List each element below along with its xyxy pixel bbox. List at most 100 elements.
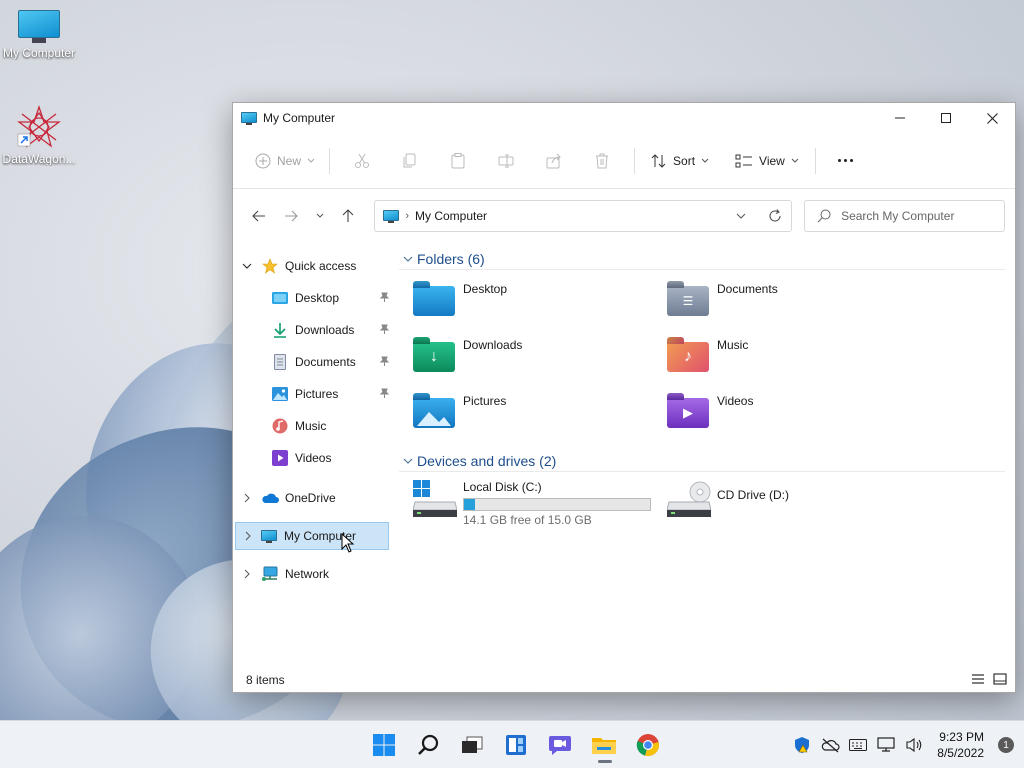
drive-item-local-disk-c[interactable]: Local Disk (C:) 14.1 GB free of 15.0 GB — [412, 480, 667, 527]
forward-button[interactable] — [275, 202, 307, 230]
address-dropdown-button[interactable] — [725, 213, 757, 219]
folder-item-pictures[interactable]: Pictures — [413, 392, 667, 436]
sidebar-item-label: Quick access — [285, 259, 357, 273]
sidebar-item-onedrive[interactable]: OneDrive — [233, 482, 393, 514]
volume-button[interactable] — [903, 734, 925, 756]
delete-button[interactable] — [578, 143, 626, 179]
search-input[interactable] — [841, 209, 1002, 223]
copy-icon — [403, 153, 416, 167]
sidebar-item-documents[interactable]: Documents — [233, 346, 393, 378]
minimize-button[interactable] — [877, 103, 923, 133]
chevron-right-icon[interactable] — [236, 531, 260, 541]
sidebar-item-network[interactable]: Network — [233, 558, 393, 590]
chat-button[interactable] — [538, 725, 582, 765]
group-header-devices[interactable]: Devices and drives (2) — [399, 450, 1005, 472]
view-button[interactable]: View — [727, 143, 807, 179]
chevron-down-icon — [399, 256, 417, 262]
refresh-button[interactable] — [757, 201, 791, 231]
more-options-button[interactable] — [824, 143, 868, 179]
copy-button[interactable] — [386, 143, 434, 179]
file-list[interactable]: Folders (6) Desktop ☰ Documents ↓ Downlo… — [393, 244, 1015, 674]
sidebar-item-quick-access[interactable]: Quick access — [233, 250, 393, 282]
minimize-icon — [895, 117, 905, 119]
close-button[interactable] — [969, 103, 1015, 133]
hard-drive-icon — [412, 480, 458, 518]
group-header-label: Folders (6) — [417, 250, 485, 267]
breadcrumb-my-computer[interactable]: My Computer — [415, 209, 487, 223]
cut-button[interactable] — [338, 143, 386, 179]
title-bar[interactable]: My Computer — [233, 103, 1015, 133]
sidebar-item-music[interactable]: Music — [233, 410, 393, 442]
navigation-row: › My Computer — [233, 189, 1015, 243]
search-icon — [817, 209, 831, 223]
clock[interactable]: 9:23 PM 8/5/2022 — [937, 729, 984, 761]
sidebar-item-videos[interactable]: Videos — [233, 442, 393, 474]
drive-item-cd-drive-d[interactable]: CD Drive (D:) — [666, 480, 921, 524]
share-button[interactable] — [530, 143, 578, 179]
network-monitor-icon — [877, 737, 895, 752]
search-box[interactable] — [804, 200, 1006, 232]
folder-item-videos[interactable]: ▶ Videos — [667, 392, 921, 436]
desktop-icon-my-computer[interactable]: My Computer — [0, 10, 79, 60]
up-button[interactable] — [333, 202, 365, 230]
widgets-button[interactable] — [494, 725, 538, 765]
group-header-folders[interactable]: Folders (6) — [399, 248, 1005, 270]
arrow-left-icon — [252, 210, 265, 222]
taskbar-search-button[interactable] — [406, 725, 450, 765]
chrome-icon — [636, 734, 659, 756]
file-explorer-window[interactable]: My Computer New Sort View › My Computer … — [232, 102, 1016, 693]
datawagon-logo-icon — [16, 104, 62, 150]
notification-badge[interactable]: 1 — [998, 737, 1014, 753]
group-header-label: Devices and drives (2) — [417, 452, 557, 469]
details-view-button[interactable] — [971, 673, 985, 688]
sidebar-item-label: Desktop — [295, 291, 340, 305]
sidebar-item-desktop[interactable]: Desktop — [233, 282, 393, 314]
cloud-offline-icon — [822, 738, 840, 753]
refresh-icon — [769, 209, 781, 222]
start-button[interactable] — [362, 725, 406, 765]
arrow-right-icon — [284, 210, 298, 222]
view-list-icon — [735, 154, 753, 167]
sidebar-item-my-computer[interactable]: My Computer — [235, 522, 389, 550]
taskbar-file-explorer-button[interactable] — [582, 725, 626, 765]
folder-item-downloads[interactable]: ↓ Downloads — [413, 336, 667, 380]
desktop-folder-icon — [413, 282, 457, 318]
folder-name: Downloads — [463, 338, 523, 352]
network-tray-button[interactable] — [875, 734, 897, 756]
maximize-button[interactable] — [923, 103, 969, 133]
items-count: 8 items — [246, 673, 285, 687]
folders-grid: Desktop ☰ Documents ↓ Downloads ♪ Music — [399, 280, 1005, 436]
navigation-pane[interactable]: Quick access Desktop Downloads Documents… — [233, 244, 393, 674]
status-bar: 8 items — [233, 668, 1015, 692]
videos-folder-icon: ▶ — [667, 394, 711, 430]
sidebar-item-downloads[interactable]: Downloads — [233, 314, 393, 346]
chevron-right-icon[interactable] — [233, 569, 261, 579]
large-icons-view-button[interactable] — [993, 672, 1007, 688]
back-button[interactable] — [243, 202, 275, 230]
address-bar[interactable]: › My Computer — [374, 200, 793, 232]
onedrive-tray-button[interactable] — [819, 734, 841, 756]
drive-name: Local Disk (C:) — [463, 480, 542, 494]
paste-button[interactable] — [434, 143, 482, 179]
rename-button[interactable] — [482, 143, 530, 179]
sidebar-item-pictures[interactable]: Pictures — [233, 378, 393, 410]
windows-security-button[interactable] — [791, 734, 813, 756]
keyboard-button[interactable] — [847, 734, 869, 756]
pin-icon — [379, 387, 390, 401]
recent-locations-button[interactable] — [307, 202, 333, 230]
music-icon — [271, 418, 289, 434]
desktop-icon-datawagon[interactable]: DataWagon... — [0, 104, 79, 166]
sort-button[interactable]: Sort — [643, 143, 717, 179]
chevron-right-icon[interactable] — [233, 493, 261, 503]
folder-item-music[interactable]: ♪ Music — [667, 336, 921, 380]
new-button[interactable]: New — [249, 143, 321, 179]
widgets-icon — [506, 735, 526, 755]
folder-item-documents[interactable]: ☰ Documents — [667, 280, 921, 324]
sidebar-item-label: Videos — [295, 451, 332, 465]
folder-item-desktop[interactable]: Desktop — [413, 280, 667, 324]
chevron-down-icon[interactable] — [233, 263, 261, 269]
toolbar-separator — [329, 147, 331, 174]
sidebar-item-label: OneDrive — [285, 491, 336, 505]
task-view-button[interactable] — [450, 725, 494, 765]
chrome-button[interactable] — [626, 725, 670, 765]
